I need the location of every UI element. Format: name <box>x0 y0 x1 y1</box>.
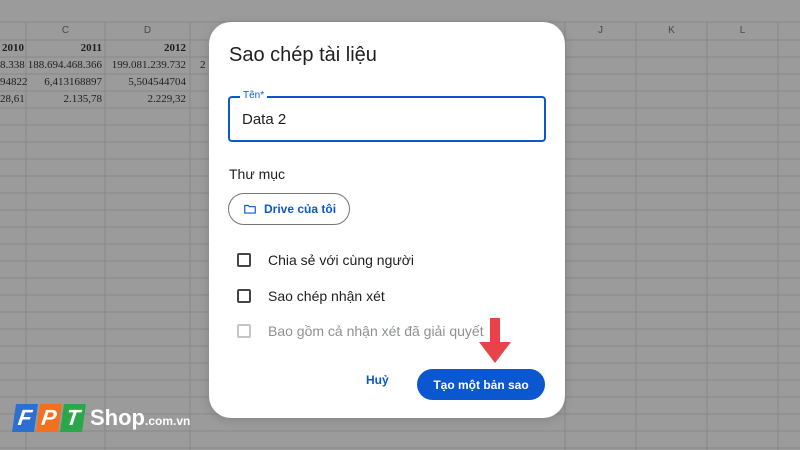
fpt-shop-logo: F P T Shop .com.vn <box>12 400 191 436</box>
folder-icon <box>244 204 256 214</box>
sheet-cell: 94822 <box>0 76 28 88</box>
column-header-d: D <box>143 25 152 36</box>
logo-letter: T <box>60 404 86 432</box>
dialog-title: Sao chép tài liệu <box>229 44 377 66</box>
folder-heading: Thư mục <box>229 166 286 182</box>
sheet-cell: 2.135,78 <box>63 93 103 105</box>
share-checkbox[interactable] <box>237 253 251 267</box>
sheet-cell: 5,504544704 <box>128 76 186 88</box>
option-include-resolved: Bao gồm cả nhận xét đã giải quyết <box>237 323 484 339</box>
name-field[interactable]: Tên* <box>228 90 546 142</box>
copy-comments-checkbox[interactable] <box>237 289 251 303</box>
column-header-c: C <box>61 25 70 36</box>
sheet-cell: 2011 <box>80 42 102 54</box>
option-label: Sao chép nhận xét <box>268 288 385 304</box>
sheet-cell: 8.338 <box>0 59 25 71</box>
cancel-button[interactable]: Huỷ <box>366 373 389 387</box>
option-label: Bao gồm cả nhận xét đã giải quyết <box>268 323 484 339</box>
sheet-cell: 28,61 <box>0 93 25 105</box>
column-header-l: L <box>739 25 746 36</box>
arrow-down-icon <box>479 318 511 363</box>
sheet-cell: 6,413168897 <box>44 76 102 88</box>
logo-word: Shop <box>90 405 145 430</box>
sheet-cell: 2.229,32 <box>147 93 187 105</box>
name-input[interactable] <box>242 98 532 140</box>
option-copy-comments[interactable]: Sao chép nhận xét <box>237 288 385 304</box>
sheet-cell: 188.694.468.366 <box>27 59 102 71</box>
include-resolved-checkbox <box>237 324 251 338</box>
column-header-j: J <box>598 25 603 36</box>
column-header-k: K <box>668 25 675 36</box>
logo-domain: .com.vn <box>145 414 191 428</box>
make-copy-button[interactable]: Tạo một bản sao <box>417 369 545 400</box>
option-share-same-people[interactable]: Chia sẻ với cùng người <box>237 252 414 268</box>
sheet-cell: 2010 <box>2 42 24 54</box>
sheet-cell: 199.081.239.732 <box>111 59 186 71</box>
option-label: Chia sẻ với cùng người <box>268 252 415 268</box>
logo-letter: F <box>12 404 38 432</box>
sheet-cell: 2012 <box>164 42 186 54</box>
folder-button-label: Drive của tôi <box>264 202 337 216</box>
folder-select-button[interactable]: Drive của tôi <box>228 193 350 225</box>
logo-letter: P <box>36 404 62 432</box>
